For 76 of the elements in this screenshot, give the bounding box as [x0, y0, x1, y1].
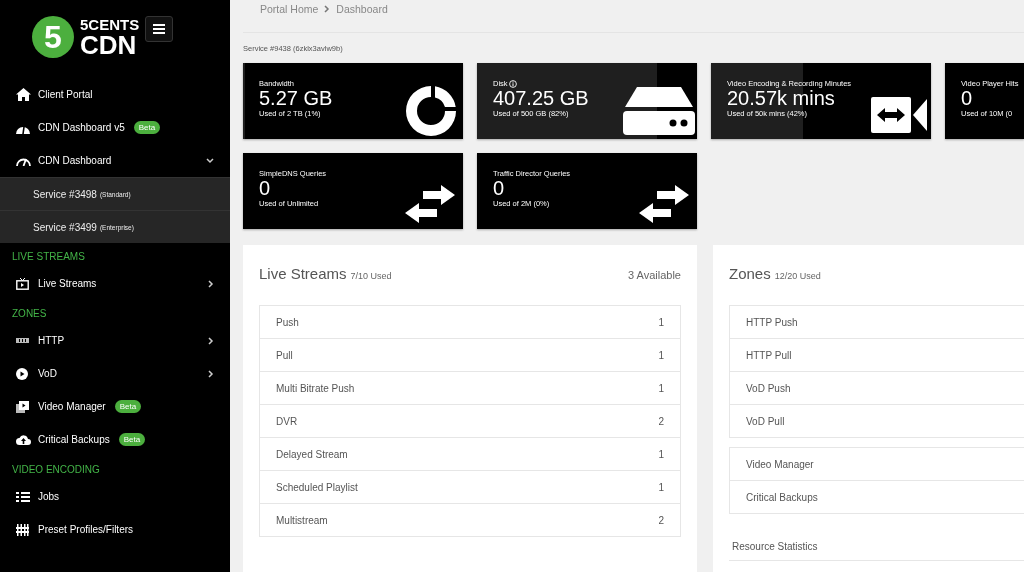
usage-count: 7/10 Used	[350, 271, 392, 281]
stat-value: 5.27 GB	[259, 88, 334, 109]
stat-value: 407.25 GB	[493, 88, 590, 109]
row-label[interactable]: Video Manager	[746, 458, 814, 470]
nav-label: Video Manager	[38, 401, 106, 412]
row-label[interactable]: Scheduled Playlist	[276, 481, 358, 493]
nav-item[interactable]: Video Manager Beta	[0, 390, 230, 423]
row-label[interactable]: DVR	[276, 415, 298, 427]
logo-mark: 5	[32, 16, 74, 58]
row-count: 1	[658, 349, 664, 361]
row-count: 1	[658, 481, 664, 493]
panel-title: Zones	[729, 265, 771, 282]
nav-item[interactable]: CDN Dashboard v5 Beta	[0, 111, 230, 144]
beta-badge: Beta	[114, 400, 142, 413]
row-label[interactable]: VoD Push	[746, 382, 791, 394]
beta-badge: Beta	[118, 433, 146, 446]
beta-badge: Beta	[133, 121, 161, 134]
row-label[interactable]: HTTP Push	[746, 316, 798, 328]
video-camera-icon	[871, 95, 927, 135]
nav-item[interactable]: VoD	[0, 357, 230, 390]
nav-item[interactable]: Live Streams	[0, 267, 230, 300]
stat-value: 0	[961, 88, 974, 109]
http-icon	[16, 338, 29, 343]
row-label[interactable]: Multistream	[276, 514, 328, 526]
nav-item[interactable]: HTTP	[0, 324, 230, 357]
nav-item[interactable]: Jobs	[0, 480, 230, 513]
logo-text: 5CENTS	[80, 16, 140, 32]
usage-count: 12/20 Used	[774, 271, 821, 281]
nav-label: HTTP	[38, 335, 65, 346]
row-label[interactable]: Delayed Stream	[276, 448, 348, 460]
nav-label: Jobs	[38, 491, 60, 502]
nav-label: VoD	[38, 368, 57, 379]
play-icon	[16, 367, 28, 380]
ring-icon	[403, 83, 459, 139]
row-count: 1	[658, 316, 664, 328]
cloud-upload-icon	[16, 434, 31, 445]
row-count: 1	[658, 448, 664, 460]
nav-label: CDN Dashboard	[38, 155, 112, 166]
menu-button[interactable]	[145, 16, 174, 42]
row-label[interactable]: Multi Bitrate Push	[276, 382, 355, 394]
row-label[interactable]: VoD Pull	[746, 415, 785, 427]
stat-value: 0	[493, 178, 506, 199]
swap-arrows-icon	[639, 185, 689, 223]
home-icon	[16, 88, 31, 101]
row-count: 2	[658, 415, 664, 427]
section-heading: VIDEO ENCODING	[11, 462, 101, 477]
nav-label: Critical Backups	[38, 434, 110, 445]
stat-value: 0	[259, 178, 271, 199]
stat-value: 20.57k mins	[727, 88, 836, 109]
nav-item[interactable]: Client Portal	[0, 78, 230, 111]
nav-label: Preset Profiles/Filters	[38, 524, 134, 535]
menu-icon	[153, 24, 166, 34]
row-label[interactable]: Push	[276, 316, 299, 328]
nav-label: Live Streams	[38, 278, 97, 289]
nav-label: CDN Dashboard v5	[38, 122, 125, 133]
row-count: 2	[658, 514, 664, 526]
row-label[interactable]: HTTP Pull	[746, 349, 792, 361]
video-library-icon	[16, 400, 29, 413]
panel-title: Live Streams	[259, 265, 347, 282]
tv-icon	[16, 277, 29, 290]
row-label[interactable]: Pull	[276, 349, 293, 361]
nav-item[interactable]: Critical Backups Beta	[0, 423, 230, 456]
nav-item[interactable]: Preset Profiles/Filters	[0, 513, 230, 546]
row-count: 1	[658, 382, 664, 394]
row-label[interactable]: Critical Backups	[746, 491, 818, 503]
section-heading: ZONES	[11, 306, 48, 321]
nav-label: Client Portal	[38, 89, 93, 100]
section-heading: LIVE STREAMS	[11, 249, 86, 264]
nav-item[interactable]: CDN Dashboard	[0, 144, 230, 177]
available-count: 3 Available	[628, 269, 681, 281]
swap-arrows-icon	[405, 185, 455, 223]
sliders-icon	[16, 523, 29, 536]
section-heading: Resource Statistics	[729, 523, 1024, 561]
chevron-right-icon	[324, 5, 331, 13]
logo-text: CDN	[80, 31, 137, 58]
list-icon	[16, 490, 30, 503]
